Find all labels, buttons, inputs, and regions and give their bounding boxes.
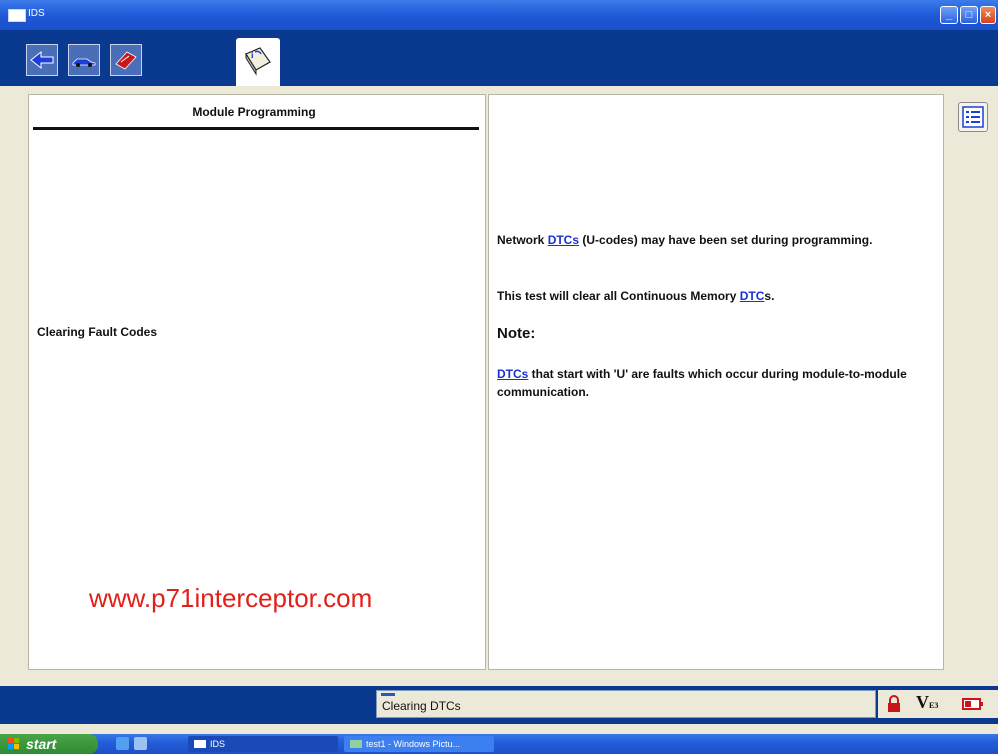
- module-programming-tab[interactable]: i: [236, 38, 280, 86]
- info-panel: Network DTCs (U-codes) may have been set…: [488, 94, 944, 670]
- note-heading: Note:: [497, 325, 536, 342]
- toolbox-button[interactable]: [110, 44, 142, 76]
- step-label: Clearing Fault Codes: [37, 325, 158, 339]
- close-button[interactable]: ×: [980, 6, 996, 24]
- list-view-button[interactable]: [958, 102, 988, 132]
- connection-arrow-icon: [30, 50, 54, 70]
- lock-icon[interactable]: [886, 695, 902, 713]
- watermark: www.p71interceptor.com: [89, 583, 373, 613]
- status-bar: Clearing DTCs VE3: [0, 686, 998, 724]
- content-area: Module Programming Clearing Fault Codes …: [12, 86, 998, 686]
- taskbar: start IDS test1 - Windows Pictu...: [0, 734, 998, 754]
- status-text: Clearing DTCs: [382, 699, 461, 713]
- maximize-button[interactable]: □: [960, 6, 978, 24]
- page-title: Module Programming: [192, 105, 316, 119]
- windows-logo-icon: [8, 738, 19, 749]
- taskbar-item-picture-viewer[interactable]: test1 - Windows Pictu...: [344, 736, 494, 752]
- module-programming-icon: i: [245, 47, 271, 76]
- vehicle-button[interactable]: [68, 44, 100, 76]
- procedure-panel: Module Programming Clearing Fault Codes …: [28, 94, 486, 670]
- start-button[interactable]: start: [0, 734, 98, 754]
- dtcs-link[interactable]: DTCs: [548, 233, 579, 247]
- start-label: start: [26, 736, 57, 752]
- ie-quicklaunch-icon[interactable]: [116, 737, 129, 750]
- toolbar: i: [0, 30, 998, 86]
- window-title: IDS: [28, 8, 45, 19]
- app-icon: [8, 9, 26, 22]
- battery-icon[interactable]: [962, 698, 984, 710]
- dtcs-link-2[interactable]: DTCs: [497, 367, 528, 381]
- title-divider: [33, 127, 479, 130]
- title-bar: IDS _ □ ×: [0, 0, 998, 30]
- status-field: Clearing DTCs: [376, 690, 876, 718]
- connection-arrow-button[interactable]: [26, 44, 58, 76]
- taskbar-item-ids[interactable]: IDS: [188, 736, 338, 752]
- desktop-quicklaunch-icon[interactable]: [134, 737, 147, 750]
- info-paragraph-2: This test will clear all Continuous Memo…: [497, 289, 775, 303]
- info-paragraph-1: Network DTCs (U-codes) may have been set…: [497, 233, 873, 247]
- window-icon: [194, 740, 206, 748]
- voltage-indicator[interactable]: VE3: [916, 692, 938, 713]
- vehicle-icon: [72, 58, 96, 67]
- dtc-link[interactable]: DTC: [740, 289, 765, 303]
- picture-viewer-icon: [350, 740, 362, 748]
- status-icons: VE3: [878, 690, 998, 718]
- info-paragraph-3: DTCs that start with 'U' are faults whic…: [497, 367, 907, 399]
- toolbox-icon: [115, 51, 137, 70]
- minimize-button[interactable]: _: [940, 6, 958, 24]
- list-icon: [962, 106, 984, 128]
- status-marker: [381, 693, 395, 696]
